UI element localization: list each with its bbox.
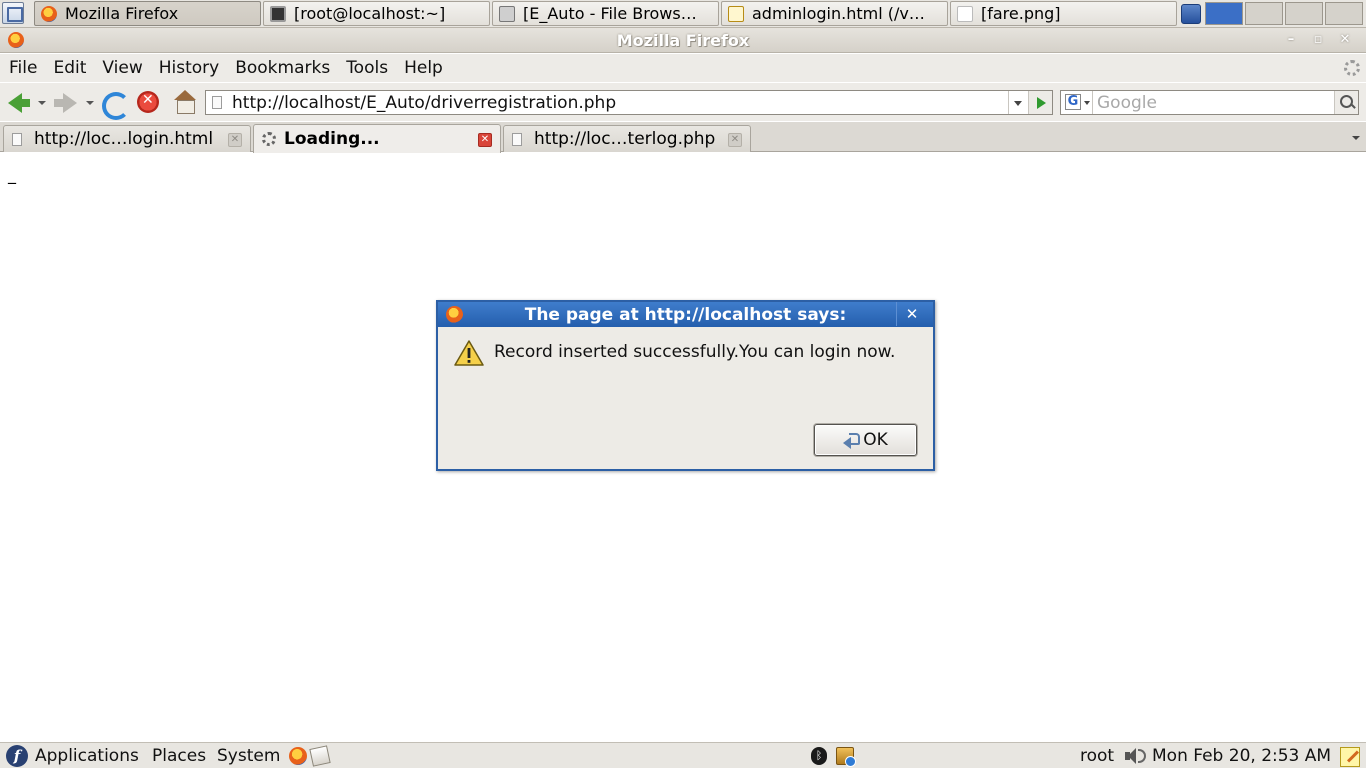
taskbar-item-label: adminlogin.html (/v…	[752, 4, 925, 23]
taskbar-item-text-editor[interactable]: adminlogin.html (/v…	[721, 1, 948, 26]
user-switcher[interactable]: root	[1080, 746, 1114, 766]
stop-icon[interactable]	[136, 90, 162, 116]
ok-button[interactable]: OK	[814, 424, 917, 456]
navigation-toolbar: http://localhost/E_Auto/driverregistrati…	[0, 83, 1366, 121]
system-menu[interactable]: System	[217, 746, 280, 766]
page-icon	[212, 96, 222, 109]
tab-label: http://loc…terlog.php	[534, 129, 716, 149]
forward-arrow-icon[interactable]	[52, 90, 78, 116]
taskbar-item-label: Mozilla Firefox	[65, 4, 179, 23]
fedora-logo-icon[interactable]: f	[6, 745, 28, 767]
workspace-3[interactable]	[1285, 2, 1323, 25]
terminal-icon	[270, 5, 286, 22]
menu-help[interactable]: Help	[396, 58, 451, 78]
window-title: Mozilla Firefox	[616, 31, 750, 50]
forward-history-dropdown-icon[interactable]	[86, 101, 94, 105]
tab-terlog[interactable]: http://loc…terlog.php ✕	[503, 125, 751, 152]
activity-throbber-icon	[1344, 60, 1360, 76]
bottom-panel: f Applications Places System ᛒ root Mon …	[0, 742, 1366, 768]
dialog-titlebar[interactable]: The page at http://localhost says: ✕	[438, 302, 933, 327]
workspace-4[interactable]	[1325, 2, 1363, 25]
taskbar-item-image-viewer[interactable]: [fare.png]	[950, 1, 1177, 26]
window-titlebar[interactable]: Mozilla Firefox – ▫ ✕	[0, 28, 1366, 53]
minimize-button[interactable]: –	[1282, 32, 1300, 48]
text-editor-icon	[728, 5, 744, 22]
taskbar-item-firefox[interactable]: Mozilla Firefox	[34, 1, 261, 26]
close-tab-icon[interactable]: ✕	[478, 133, 492, 147]
taskbar-item-file-browser[interactable]: [E_Auto - File Brows…	[492, 1, 719, 26]
close-tab-icon[interactable]: ✕	[728, 133, 742, 147]
tab-label: http://loc…login.html	[34, 129, 214, 149]
menu-bar: File Edit View History Bookmarks Tools H…	[0, 54, 1366, 82]
menu-view[interactable]: View	[94, 58, 150, 78]
page-icon	[12, 132, 22, 146]
loading-spinner-icon	[262, 132, 276, 146]
dialog-message: Record inserted successfully.You can log…	[494, 342, 896, 362]
home-icon[interactable]	[173, 90, 199, 116]
search-input[interactable]	[1097, 92, 1332, 113]
url-history-dropdown-icon[interactable]	[1008, 91, 1026, 114]
panel-clock[interactable]: Mon Feb 20, 2:53 AM	[1152, 746, 1331, 766]
back-history-dropdown-icon[interactable]	[38, 101, 46, 105]
top-panel: Mozilla Firefox [root@localhost:~] [E_Au…	[0, 0, 1366, 28]
alert-dialog: The page at http://localhost says: ✕ Rec…	[436, 300, 935, 471]
firefox-icon	[41, 5, 57, 22]
workspace-1[interactable]	[1205, 2, 1243, 25]
taskbar-item-label: [root@localhost:~]	[294, 4, 446, 23]
url-text[interactable]: http://localhost/E_Auto/driverregistrati…	[232, 93, 616, 113]
menu-history[interactable]: History	[151, 58, 227, 78]
all-tabs-dropdown-icon[interactable]	[1346, 125, 1366, 151]
page-text-cursor: _	[8, 165, 16, 184]
tab-loading[interactable]: Loading... ✕	[253, 124, 501, 153]
close-tab-icon[interactable]: ✕	[228, 133, 242, 147]
back-arrow-icon[interactable]	[6, 90, 32, 116]
notes-applet-icon[interactable]	[1340, 747, 1360, 767]
menu-edit[interactable]: Edit	[45, 58, 94, 78]
magnifier-icon[interactable]	[1334, 91, 1358, 114]
menu-file[interactable]: File	[0, 58, 45, 78]
taskbar-item-label: [E_Auto - File Brows…	[523, 4, 697, 23]
menu-bookmarks[interactable]: Bookmarks	[227, 58, 338, 78]
search-bar: G	[1060, 90, 1359, 115]
tab-strip: http://loc…login.html ✕ Loading... ✕ htt…	[0, 122, 1366, 153]
menu-tools[interactable]: Tools	[338, 58, 396, 78]
taskbar-item-label: [fare.png]	[981, 4, 1061, 23]
dialog-title: The page at http://localhost says:	[524, 305, 847, 325]
software-update-icon[interactable]	[836, 747, 856, 767]
close-window-button[interactable]: ✕	[1336, 32, 1354, 48]
google-engine-icon: G	[1065, 94, 1081, 110]
dialog-close-button[interactable]: ✕	[896, 302, 921, 326]
warning-icon	[454, 340, 484, 366]
workspace-2[interactable]	[1245, 2, 1283, 25]
tab-admin-login[interactable]: http://loc…login.html ✕	[3, 125, 251, 152]
image-file-icon	[957, 5, 973, 22]
enter-key-icon	[843, 432, 861, 449]
ok-button-label: OK	[863, 430, 888, 450]
workspace-switcher-icon[interactable]	[1181, 4, 1201, 24]
taskbar-item-terminal[interactable]: [root@localhost:~]	[263, 1, 490, 26]
url-bar[interactable]: http://localhost/E_Auto/driverregistrati…	[205, 90, 1053, 115]
maximize-button[interactable]: ▫	[1309, 32, 1327, 48]
firefox-launcher-icon[interactable]	[289, 747, 307, 765]
applications-menu[interactable]: Applications	[35, 746, 139, 766]
folder-icon	[499, 5, 515, 22]
mail-launcher-icon[interactable]	[309, 745, 331, 767]
show-desktop-icon[interactable]	[2, 2, 24, 24]
reload-icon[interactable]	[100, 90, 130, 120]
search-engine-selector[interactable]: G	[1061, 91, 1093, 114]
go-arrow-icon[interactable]	[1028, 91, 1052, 114]
tab-label: Loading...	[284, 129, 380, 149]
bluetooth-icon[interactable]: ᛒ	[811, 747, 827, 765]
places-menu[interactable]: Places	[152, 746, 206, 766]
page-icon	[512, 132, 522, 146]
